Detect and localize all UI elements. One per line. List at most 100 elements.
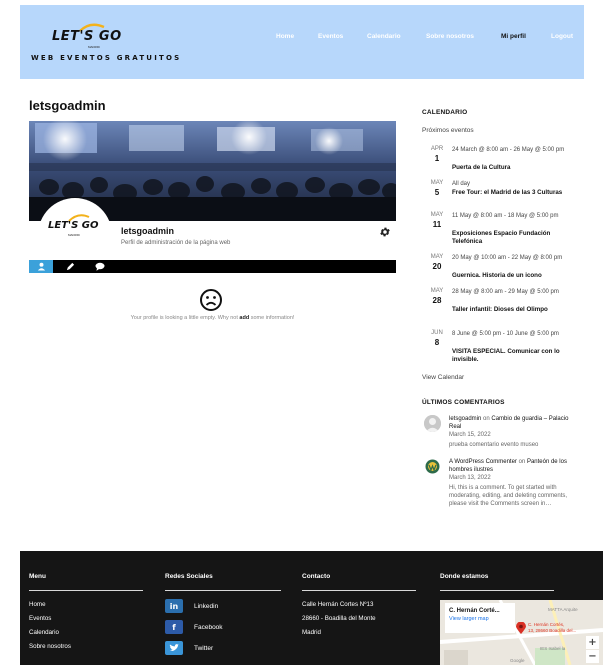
divider <box>29 590 143 591</box>
facebook-link[interactable]: f Facebook <box>165 620 223 634</box>
footer-map-heading: Donde estamos <box>440 573 488 580</box>
site-tagline: WEB EVENTOS GRATUITOS <box>31 54 182 62</box>
avatar <box>424 458 441 475</box>
map-place-name: C. Hernán Corté... <box>449 608 500 614</box>
footer-heading: Donde estamos <box>440 573 489 580</box>
event-day: 11 <box>432 220 442 229</box>
map-zoom-out-button[interactable]: − <box>586 650 599 663</box>
footer-contact-heading: Contacto <box>302 573 330 580</box>
user-icon <box>37 262 45 271</box>
avatar-logo-text: LET'S GO <box>48 220 99 231</box>
site-logo[interactable]: LET'S GO MADRID <box>52 23 142 51</box>
linkedin-link[interactable]: in Linkedin <box>165 599 218 613</box>
map-school-label: IES Isabel la <box>540 646 566 651</box>
map-brand-label: Google <box>510 658 525 663</box>
footer-social-heading: Redes Sociales <box>165 573 213 580</box>
sad-face-icon <box>200 289 222 311</box>
event-month: MAY <box>430 212 444 218</box>
gear-icon[interactable] <box>379 226 391 238</box>
map-zoom-in-button[interactable]: + <box>586 636 599 649</box>
map-place-card: C. Hernán Corté... View larger map <box>445 603 515 633</box>
tab-posts[interactable] <box>58 260 82 273</box>
event-time: 11 May @ 8:00 am - 18 May @ 5:00 pm <box>452 213 559 219</box>
comment-text: A WordPress Commenter on Panteón de los … <box>449 458 577 508</box>
event-day: 1 <box>434 154 440 163</box>
event-title[interactable]: Guernica. Historia de un icono <box>452 272 577 280</box>
social-label: Twitter <box>194 644 214 652</box>
comment-on: on <box>481 416 492 422</box>
default-avatar-icon <box>424 415 441 432</box>
nav-calendario[interactable]: Calendario <box>367 33 401 40</box>
comment-author[interactable]: A WordPress Commenter <box>449 459 517 465</box>
add-info-link[interactable]: add <box>239 315 249 321</box>
divider <box>302 590 416 591</box>
twitter-icon <box>165 641 183 655</box>
event-time: 28 May @ 8:00 am - 29 May @ 5:00 pm <box>452 289 559 295</box>
map-pin-icon[interactable] <box>516 622 526 634</box>
divider <box>165 590 281 591</box>
page-title: letsgoadmin <box>29 98 106 113</box>
event-title[interactable]: Exposiciones Espacio Fundación Telefónic… <box>452 230 577 246</box>
contact-address: Calle Hernán Cortes Nº13 <box>302 601 374 608</box>
logo-subtext: MADRID <box>88 45 100 49</box>
nav-mi-perfil[interactable]: Mi perfil <box>501 33 526 40</box>
social-label: Linkedin <box>194 602 219 610</box>
linkedin-icon: in <box>165 599 183 613</box>
view-calendar-link[interactable]: View Calendar <box>422 374 464 381</box>
event-time: 24 March @ 8:00 am - 26 May @ 5:00 pm <box>452 147 565 153</box>
event-day: 5 <box>434 188 440 197</box>
logo-text: LET'S GO <box>52 29 122 44</box>
contact-region: Madrid <box>302 629 321 636</box>
twitter-bird-icon <box>169 644 179 651</box>
footer-heading: Contacto <box>302 573 331 580</box>
avatar-logo-subtext: MADRID <box>68 233 80 237</box>
contact-city: 28660 - Boadilla del Monte <box>302 615 376 622</box>
upcoming-events-label: Próximos eventos <box>422 127 474 134</box>
site-header: LET'S GO MADRID WEB EVENTOS GRATUITOS Ho… <box>20 5 584 79</box>
divider <box>440 590 554 591</box>
nav-logout[interactable]: Logout <box>551 33 573 40</box>
comment-text: letsgoadmin on Cambio de guardia – Palac… <box>449 415 577 449</box>
footer-link-home[interactable]: Home <box>29 601 46 608</box>
event-time: All day <box>452 181 471 187</box>
profile-name[interactable]: letsgoadmin <box>121 226 174 236</box>
comment-author[interactable]: letsgoadmin <box>449 416 481 422</box>
event-month: APR <box>430 146 444 152</box>
event-title[interactable]: VISITA ESPECIAL. Comunicar con lo invisi… <box>452 348 577 364</box>
tab-about[interactable] <box>29 260 53 273</box>
event-title[interactable]: Free Tour: el Madrid de las 3 Culturas <box>452 189 577 197</box>
event-month: MAY <box>430 288 444 294</box>
comment-icon <box>95 262 105 271</box>
event-title[interactable]: Taller infantil: Dioses del Olimpo <box>452 306 577 314</box>
footer-link-calendario[interactable]: Calendario <box>29 629 59 636</box>
event-day: 8 <box>434 338 440 347</box>
footer-link-sobre-nosotros[interactable]: Sobre nosotros <box>29 643 71 650</box>
comment-date: March 15, 2022 <box>449 432 491 438</box>
event-month: JUN <box>431 330 443 336</box>
footer-menu-heading: Menu <box>29 573 46 580</box>
pencil-icon <box>66 262 74 271</box>
profile-tabs <box>29 260 396 273</box>
view-larger-map-link[interactable]: View larger map <box>449 616 489 622</box>
tab-comments[interactable] <box>88 260 112 273</box>
twitter-link[interactable]: Twitter <box>165 641 213 655</box>
footer-heading: Redes Sociales <box>165 573 213 580</box>
event-day: 20 <box>432 262 442 271</box>
nav-sobre-nosotros[interactable]: Sobre nosotros <box>426 33 474 40</box>
empty-profile-message: Your profile is looking a little empty. … <box>29 315 396 321</box>
event-title[interactable]: Puerta de la Cultura <box>452 164 577 172</box>
empty-msg-text-end: some information! <box>249 315 295 321</box>
nav-home[interactable]: Home <box>276 33 294 40</box>
social-label: Facebook <box>194 623 223 631</box>
event-day: 28 <box>432 296 442 305</box>
comment-body: prueba comentario evento museo <box>449 442 539 448</box>
avatar <box>424 415 441 432</box>
profile-description: Perfil de administración de la página we… <box>121 240 231 246</box>
event-month: MAY <box>430 180 444 186</box>
comment-date: March 13, 2022 <box>449 475 491 481</box>
comments-heading: ÚLTIMOS COMENTARIOS <box>422 399 505 406</box>
location-map[interactable]: C. Hernán Corté... View larger map C. He… <box>440 600 603 665</box>
footer-link-eventos[interactable]: Eventos <box>29 615 51 622</box>
nav-eventos[interactable]: Eventos <box>318 33 343 40</box>
comment-body: Hi, this is a comment. To get started wi… <box>449 485 568 507</box>
